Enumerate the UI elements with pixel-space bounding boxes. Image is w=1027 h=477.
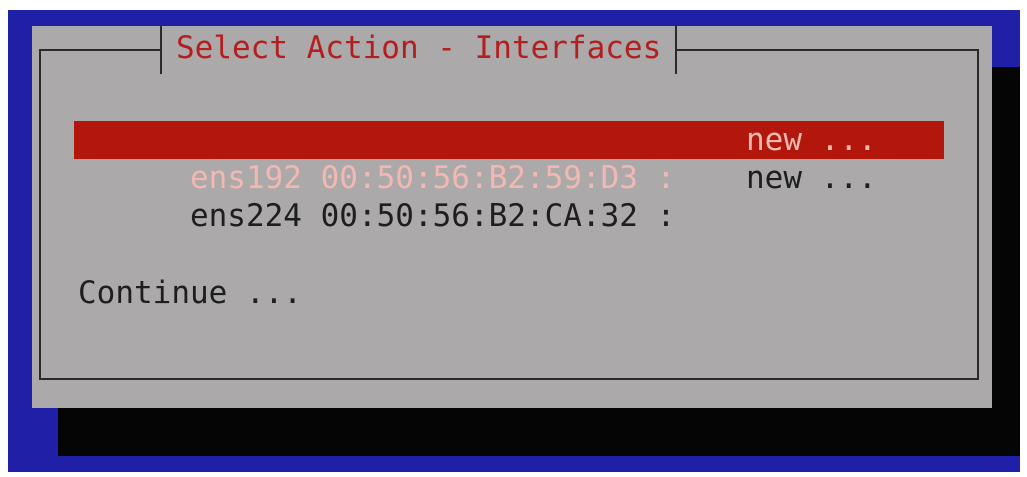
interface-item-ens192[interactable]: ens192 00:50:56:B2:59:D3 : new ... xyxy=(74,121,944,196)
interface-menu: ens192 00:50:56:B2:59:D3 : new ... ens22… xyxy=(74,121,944,234)
continue-option[interactable]: Continue ... xyxy=(78,274,302,312)
dialog-title: Select Action - Interfaces xyxy=(160,26,678,74)
interface-item-state: new ... xyxy=(746,122,877,158)
interface-item-ens224[interactable]: ens224 00:50:56:B2:CA:32 : new ... xyxy=(74,159,944,234)
select-action-dialog: Select Action - Interfaces ens192 00:50:… xyxy=(32,26,992,408)
interface-item-state: new ... xyxy=(746,160,877,196)
interface-item-label: ens224 00:50:56:B2:CA:32 : xyxy=(189,198,676,234)
